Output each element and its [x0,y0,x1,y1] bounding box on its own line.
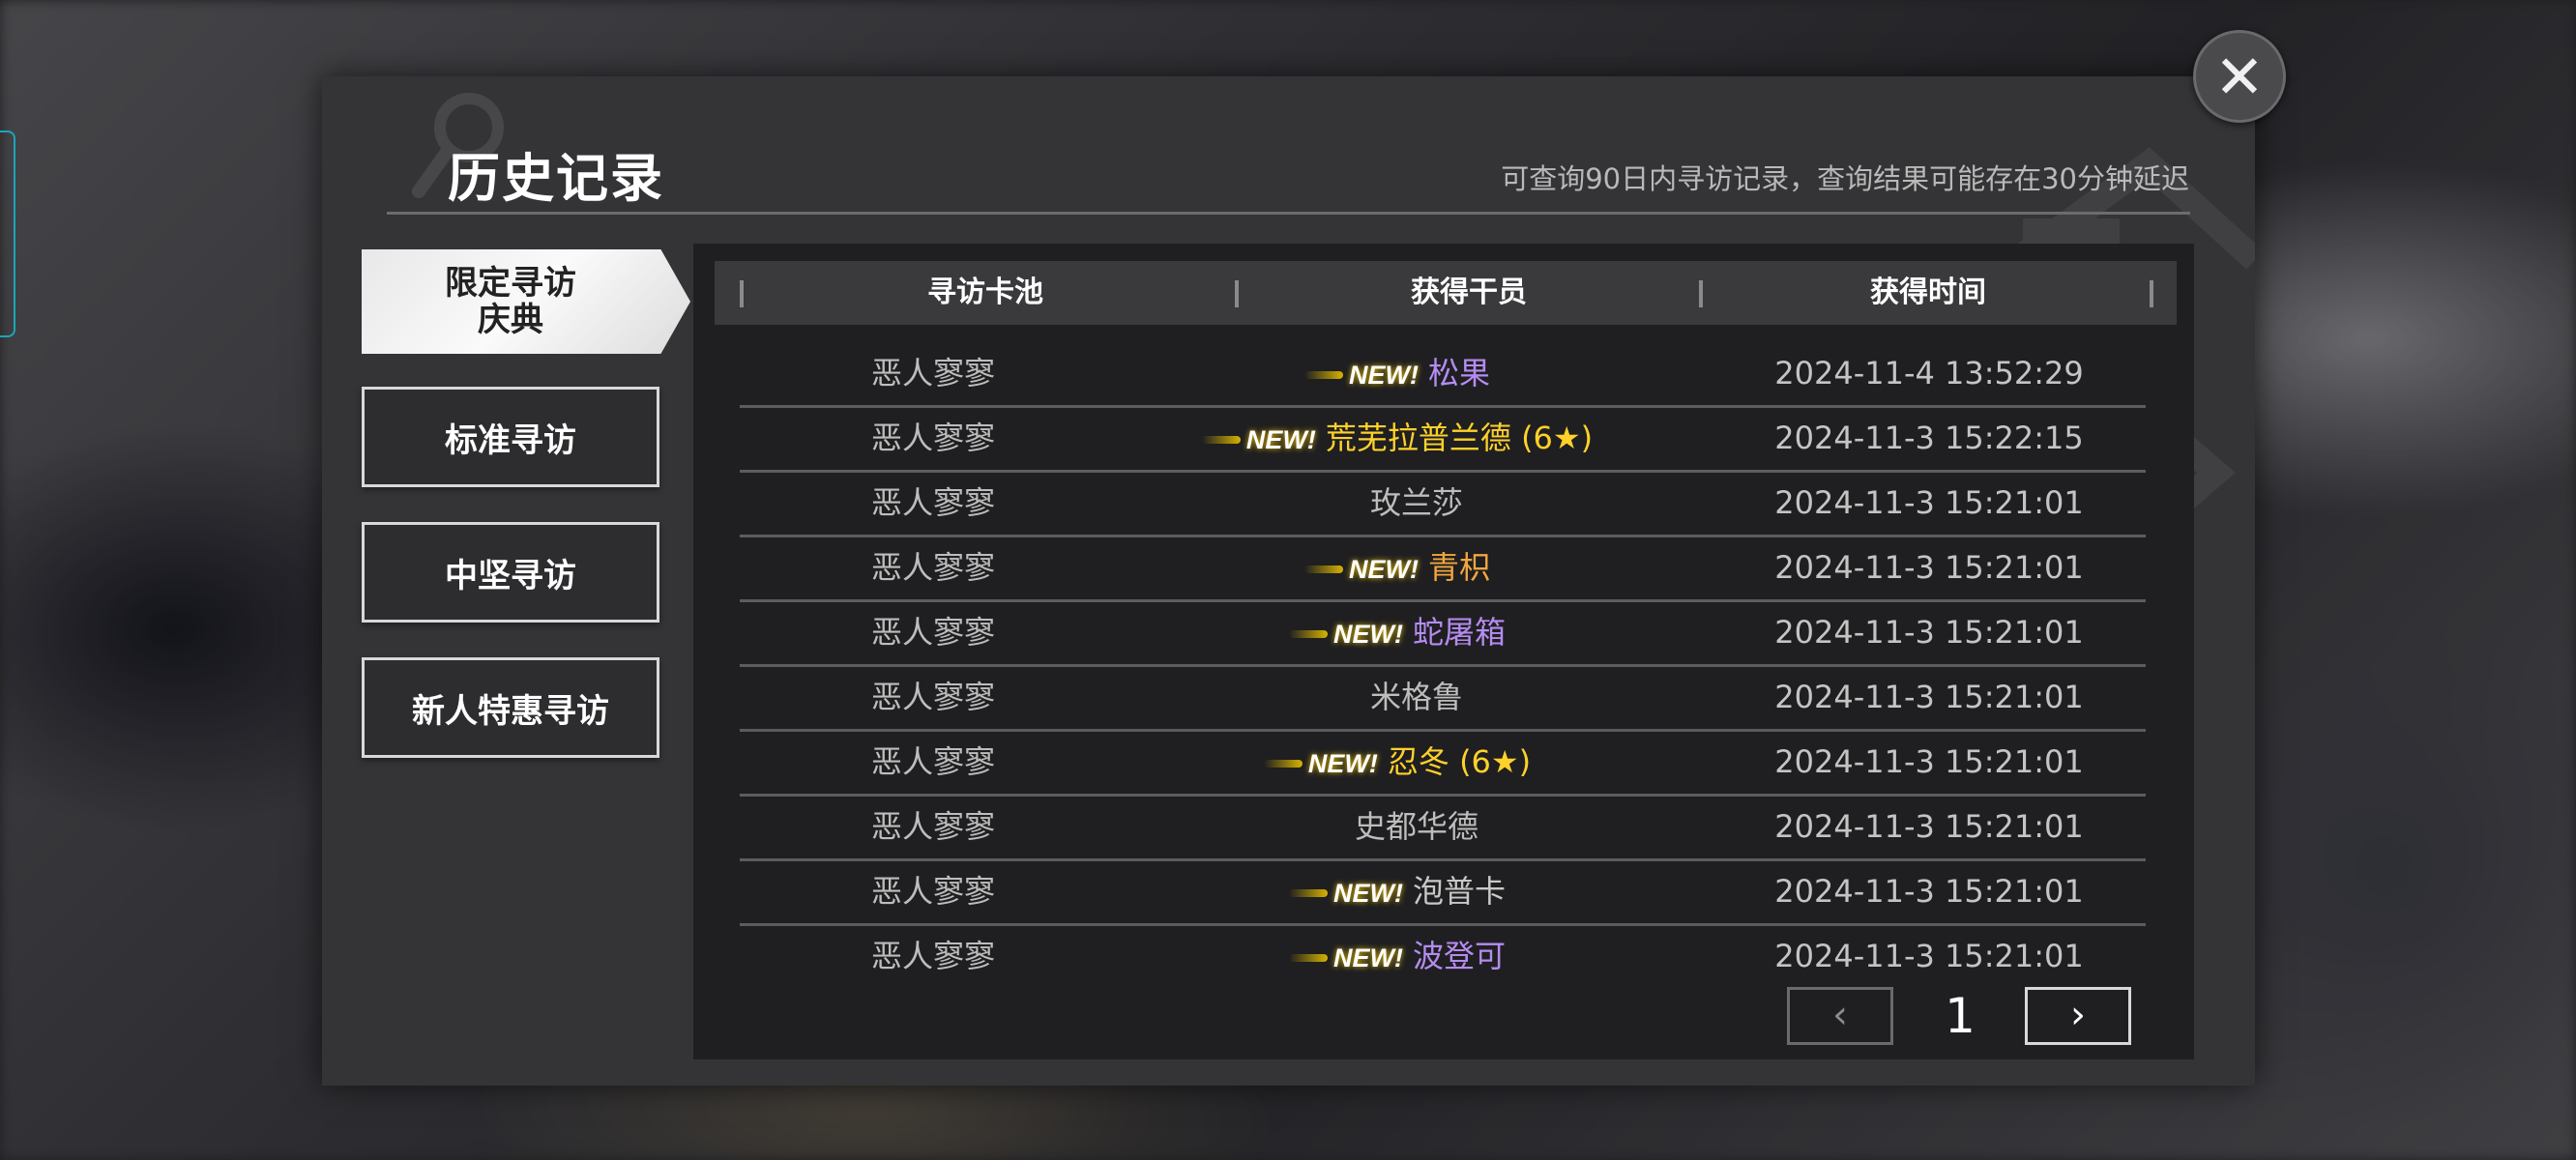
time-cell: 2024-11-3 15:21:01 [1774,938,2084,974]
operator-cell: 玫兰莎 [1146,471,1687,535]
title-divider [387,212,2190,215]
header-operator: 获得干员 [1411,276,1527,309]
operator-name: 波登可 [1412,938,1506,974]
pool-cell: 恶人寥寥 [870,614,995,651]
tab-core[interactable]: 中坚寻访 [362,522,659,623]
operator-name: 蛇屠箱 [1412,614,1506,651]
pool-cell: 恶人寥寥 [870,355,995,392]
new-badge: NEW! [1304,343,1419,407]
table-row: 恶人寥寥 NEW! 青枳 2024-11-3 15:21:01 [740,536,2146,602]
new-badge: NEW! [1263,732,1378,796]
tab-label: 标准寻访 [445,420,576,460]
table-row: 恶人寥寥 NEW! 荒芜拉普兰德 (6★) 2024-11-3 15:22:15 [740,406,2146,473]
table-row: 恶人寥寥 NEW! 波登可 2024-11-3 15:21:01 [740,924,2146,988]
operator-name: 青枳 [1427,549,1490,586]
operator-cell: 史都华德 [1146,795,1687,858]
new-badge: NEW! [1289,926,1403,990]
pool-cell: 恶人寥寥 [870,484,995,521]
time-cell: 2024-11-3 15:21:01 [1774,679,2084,715]
operator-name: 玫兰莎 [1369,484,1463,521]
page-title: 历史记录 [448,148,664,209]
header-separator [740,280,744,307]
pool-cell: 恶人寥寥 [870,938,995,974]
operator-name: 泡普卡 [1412,873,1506,910]
time-cell: 2024-11-3 15:21:01 [1774,873,2084,910]
operator-cell: NEW! 荒芜拉普兰德 (6★) [1146,406,1687,470]
time-cell: 2024-11-3 15:21:01 [1774,743,2084,780]
operator-cell: 米格鲁 [1146,665,1687,729]
new-badge: NEW! [1289,861,1403,925]
tab-limited-celebration[interactable]: 限定寻访 庆典 [362,249,690,354]
page-subtitle: 可查询90日内寻访记录，查询结果可能存在30分钟延迟 [1501,162,2189,195]
operator-cell: NEW! 松果 [1146,341,1687,405]
table-row: 恶人寥寥 玫兰莎 2024-11-3 15:21:01 [740,471,2146,537]
time-cell: 2024-11-4 13:52:29 [1774,355,2084,392]
time-cell: 2024-11-3 15:21:01 [1774,484,2084,521]
close-button[interactable]: ✕ [2193,30,2286,123]
operator-cell: NEW! 忍冬 (6★) [1146,730,1687,794]
table-row: 恶人寥寥 米格鲁 2024-11-3 15:21:01 [740,665,2146,732]
operator-name: 忍冬 (6★) [1387,743,1532,780]
operator-cell: NEW! 波登可 [1146,924,1687,988]
table-header: 寻访卡池 获得干员 获得时间 [715,261,2177,325]
tab-standard[interactable]: 标准寻访 [362,387,659,487]
operator-cell: NEW! 泡普卡 [1146,859,1687,923]
time-cell: 2024-11-3 15:21:01 [1774,614,2084,651]
header-separator [1235,280,1239,307]
records-panel: 寻访卡池 获得干员 获得时间 恶人寥寥 NEW! 松果 2024-11-4 13:52… [693,244,2194,1059]
page-number: 1 [1945,988,1976,1044]
pool-cell: 恶人寥寥 [870,420,995,456]
time-cell: 2024-11-3 15:21:01 [1774,808,2084,845]
new-badge: NEW! [1304,537,1419,601]
header-separator [1699,280,1703,307]
pool-cell: 恶人寥寥 [870,808,995,845]
header-pool: 寻访卡池 [927,276,1043,309]
left-edge-tab [0,130,15,337]
table-row: 恶人寥寥 NEW! 泡普卡 2024-11-3 15:21:01 [740,859,2146,926]
next-page-button[interactable]: › [2025,987,2131,1045]
chevron-right-icon: › [2070,993,2086,1037]
table-row: 恶人寥寥 NEW! 忍冬 (6★) 2024-11-3 15:21:01 [740,730,2146,797]
header-time: 获得时间 [1870,276,1986,309]
operator-cell: NEW! 蛇屠箱 [1146,600,1687,664]
tab-label: 中坚寻访 [445,556,576,595]
time-cell: 2024-11-3 15:21:01 [1774,549,2084,586]
operator-name: 米格鲁 [1369,679,1463,715]
tab-newbie-special[interactable]: 新人特惠寻访 [362,657,659,758]
operator-name: 史都华德 [1354,808,1478,845]
table-row: 恶人寥寥 史都华德 2024-11-3 15:21:01 [740,795,2146,861]
prev-page-button[interactable]: ‹ [1787,987,1893,1045]
time-cell: 2024-11-3 15:22:15 [1774,420,2084,456]
pool-cell: 恶人寥寥 [870,679,995,715]
operator-name: 荒芜拉普兰德 (6★) [1325,420,1594,456]
table-row: 恶人寥寥 NEW! 松果 2024-11-4 13:52:29 [740,341,2146,408]
chevron-left-icon: ‹ [1832,993,1848,1037]
tab-label: 限定寻访 庆典 [445,264,576,339]
pool-cell: 恶人寥寥 [870,873,995,910]
table-row: 恶人寥寥 NEW! 蛇屠箱 2024-11-3 15:21:01 [740,600,2146,667]
operator-name: 松果 [1427,355,1490,392]
pool-cell: 恶人寥寥 [870,549,995,586]
new-badge: NEW! [1289,602,1403,666]
header-separator [2150,280,2153,307]
pool-cell: 恶人寥寥 [870,743,995,780]
operator-cell: NEW! 青枳 [1146,536,1687,599]
tab-label: 新人特惠寻访 [412,691,609,731]
close-icon: ✕ [2214,42,2265,112]
new-badge: NEW! [1201,408,1316,472]
